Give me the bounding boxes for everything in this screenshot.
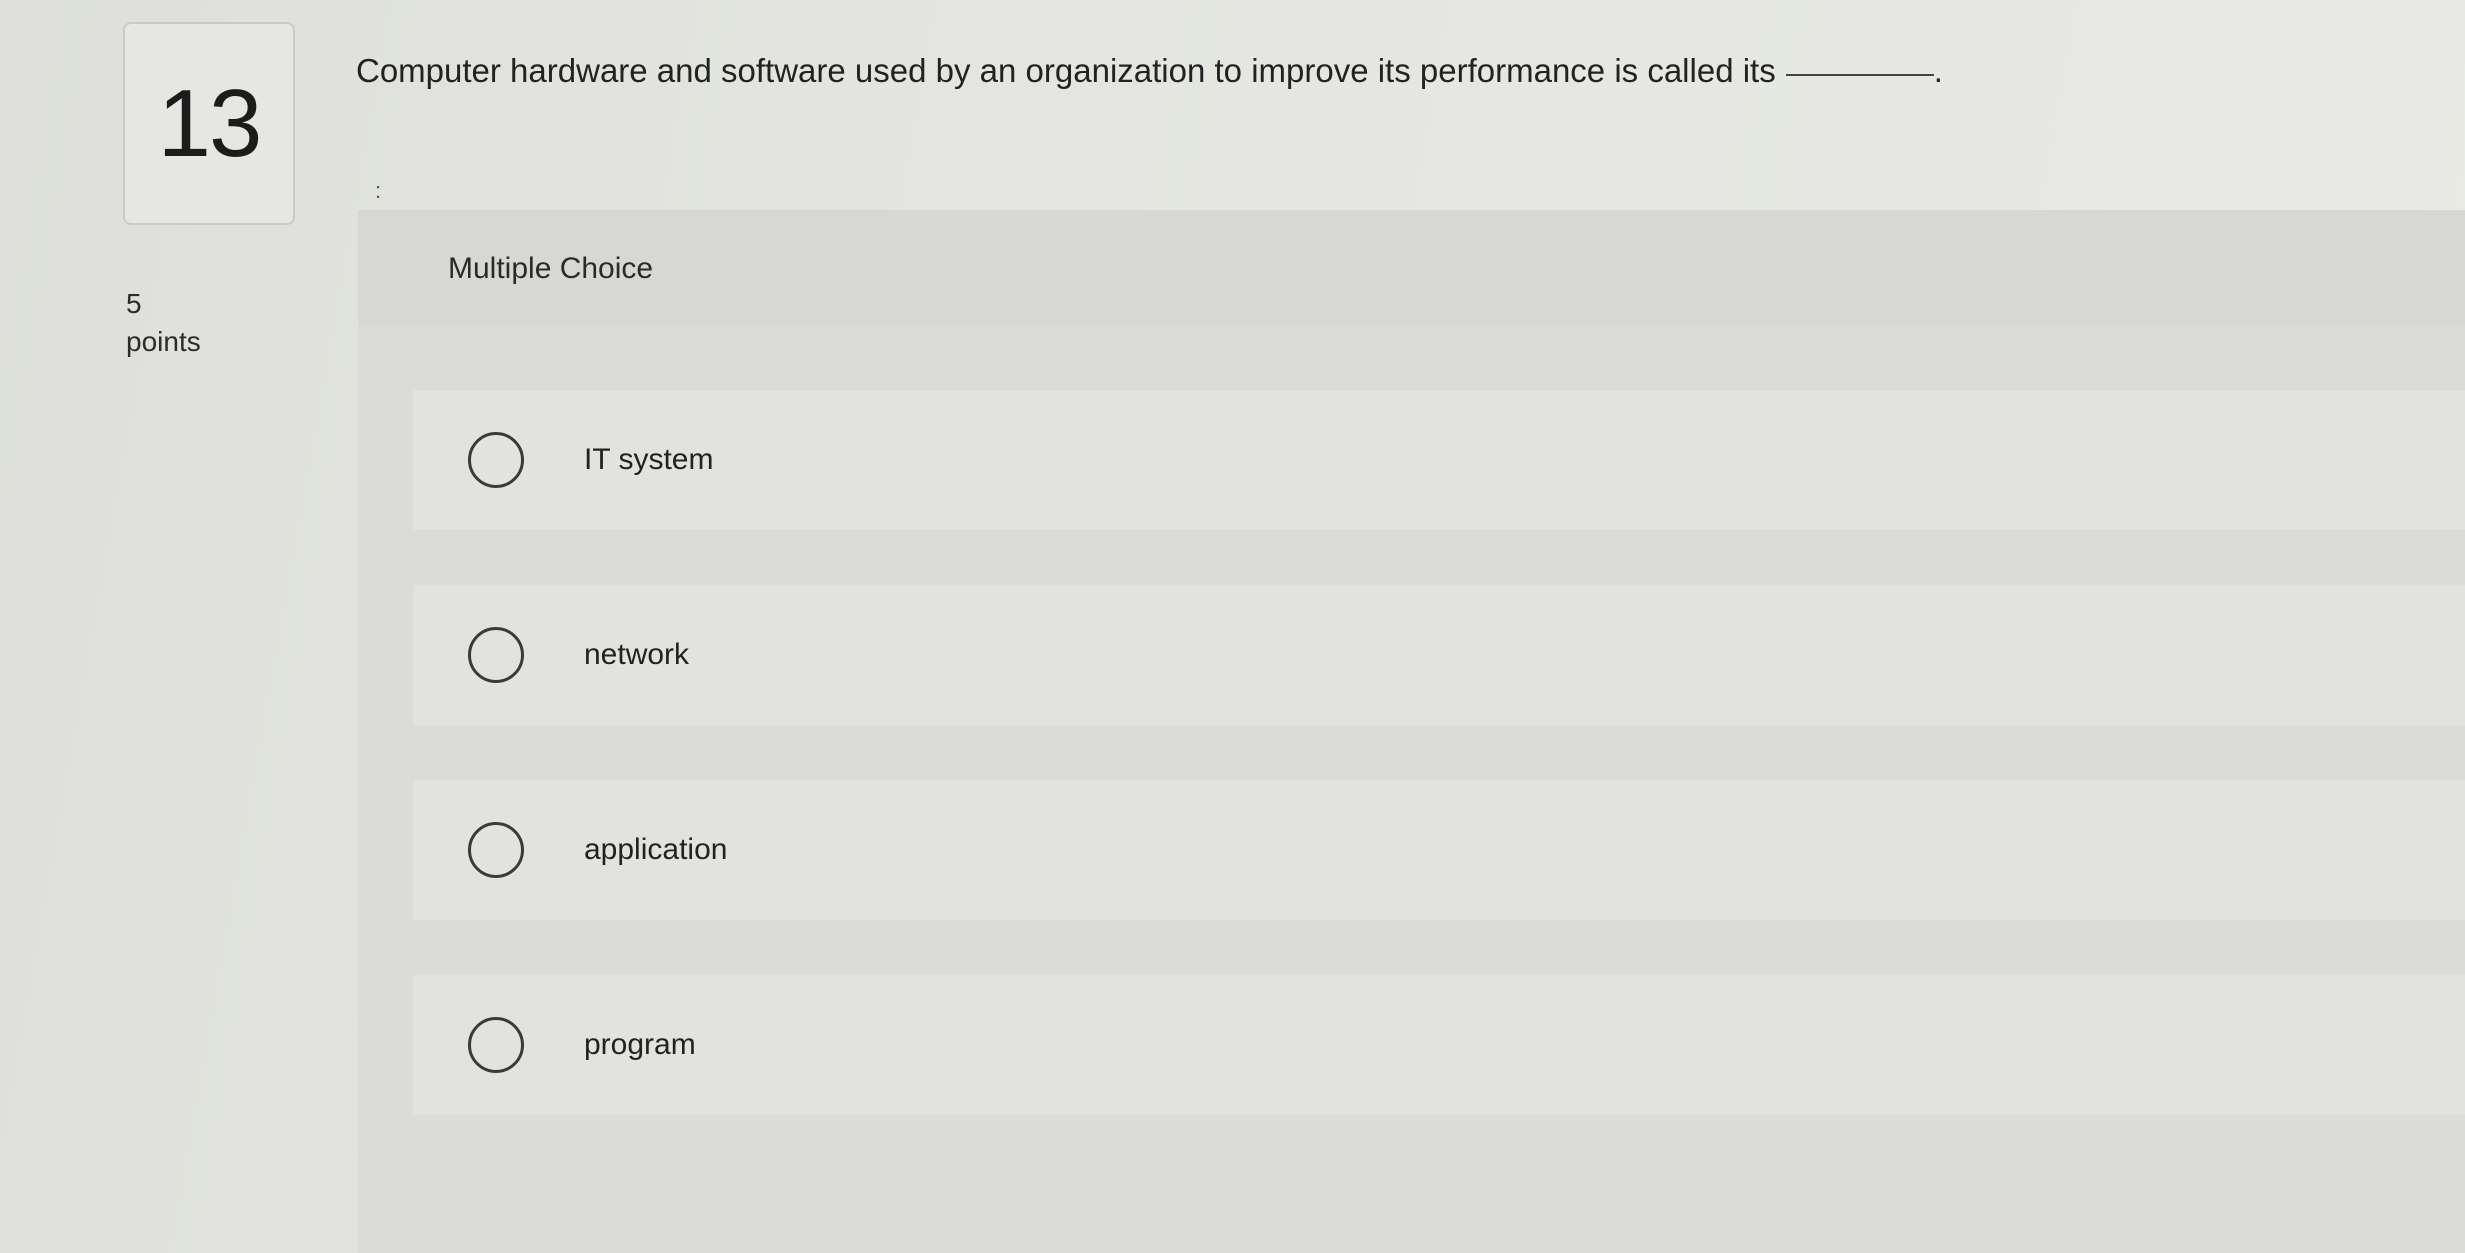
answer-option-label: program (584, 1028, 696, 1061)
question-number: 13 (157, 69, 263, 177)
multiple-choice-panel: Multiple Choice IT system network applic… (358, 210, 2465, 1253)
answer-option[interactable]: IT system (413, 390, 2465, 530)
radio-button[interactable] (468, 1017, 524, 1073)
answer-blank (1785, 74, 1934, 76)
answer-option-label: application (584, 833, 728, 866)
answer-option-label: network (584, 638, 690, 671)
answer-option[interactable]: network (413, 585, 2465, 725)
answer-option-label: IT system (584, 443, 714, 476)
answer-option[interactable]: application (413, 780, 2465, 920)
question-marker: : (375, 178, 382, 203)
multiple-choice-title: Multiple Choice (448, 252, 654, 285)
points-info: 5 points (126, 285, 201, 361)
answer-option[interactable]: program (413, 975, 2465, 1115)
radio-button[interactable] (468, 432, 524, 488)
radio-button[interactable] (468, 627, 524, 683)
question-number-box: 13 (123, 22, 295, 225)
points-label: points (126, 326, 201, 357)
points-value: 5 (126, 288, 142, 319)
question-text-row: Computer hardware and software used by a… (356, 52, 2056, 90)
answer-options: IT system network application program (413, 390, 2465, 1170)
question-end-punctuation: . (1933, 52, 1943, 89)
multiple-choice-header: Multiple Choice (358, 210, 2465, 325)
radio-button[interactable] (468, 822, 524, 878)
question-text: Computer hardware and software used by a… (356, 52, 1776, 89)
